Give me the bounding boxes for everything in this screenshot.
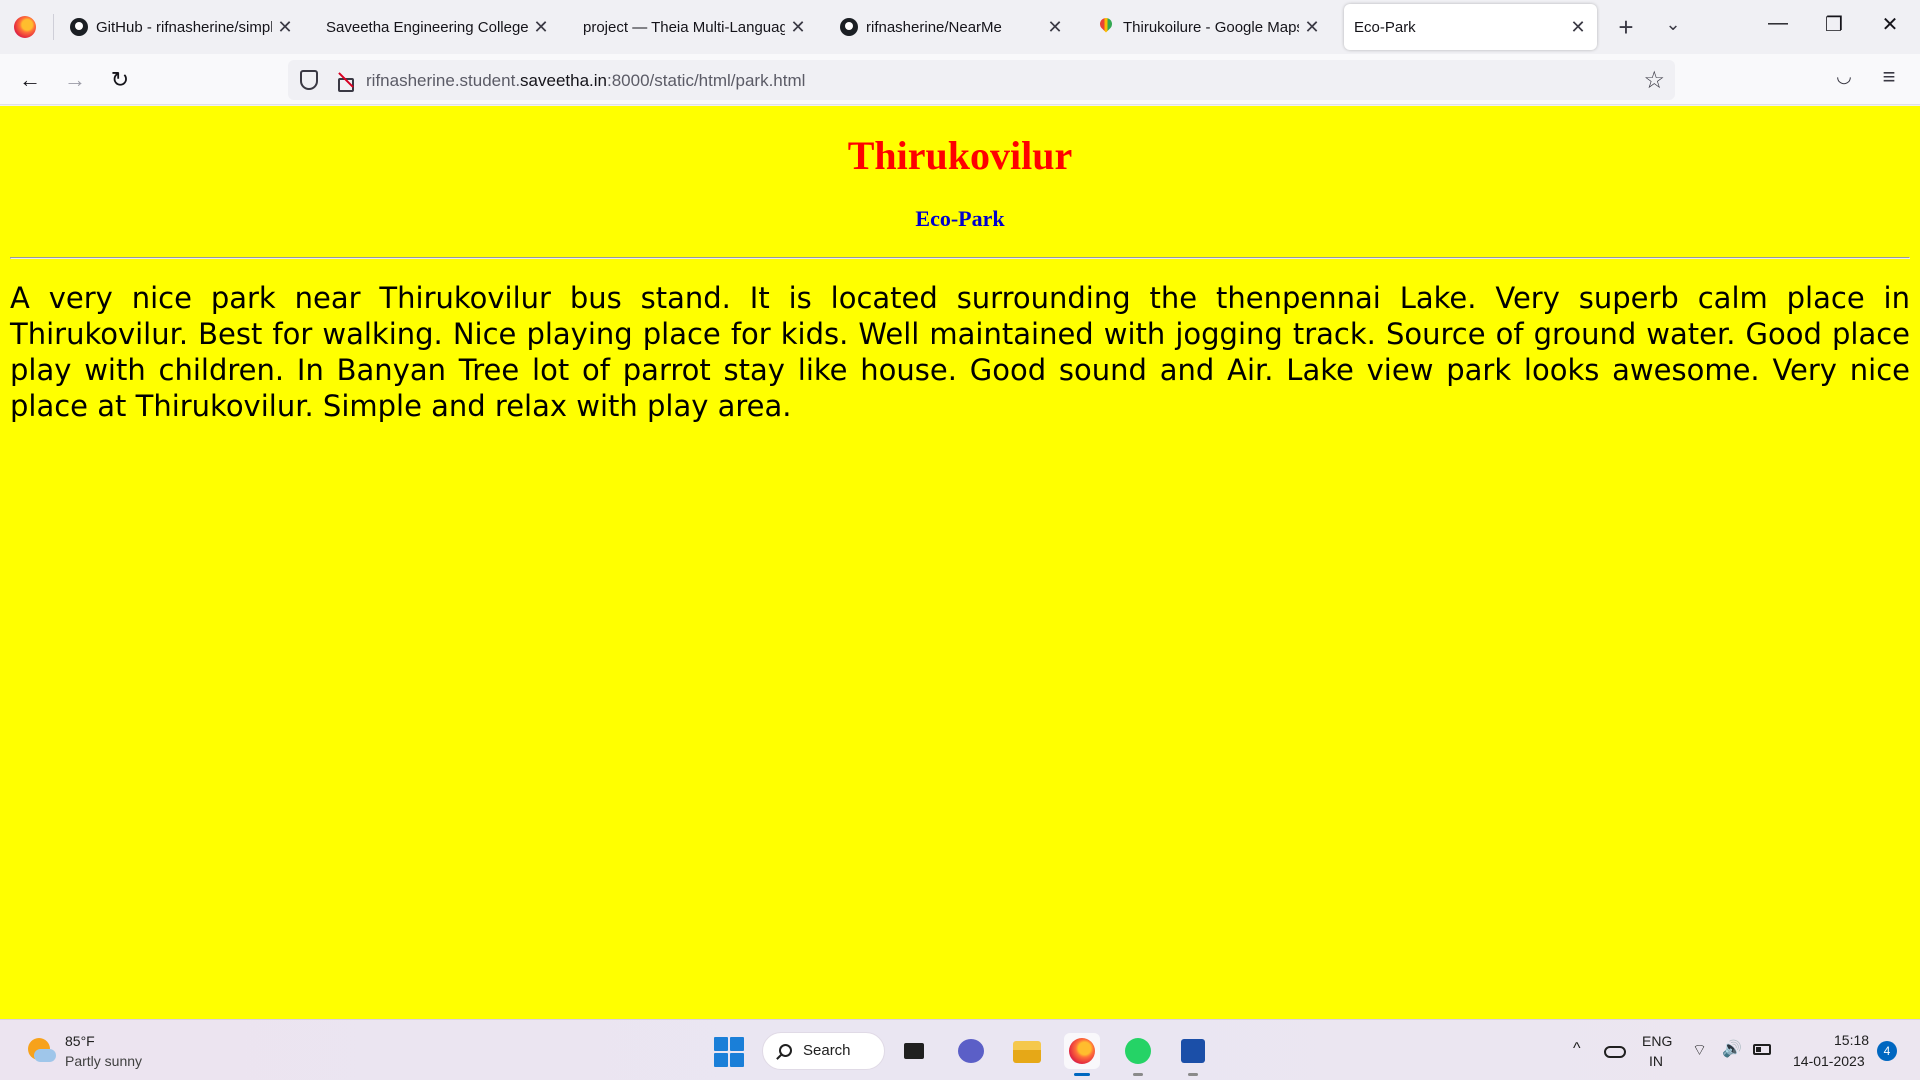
search-icon <box>779 1044 792 1057</box>
teams-chat-icon[interactable] <box>953 1033 989 1069</box>
volume-icon[interactable]: 🔊 <box>1722 1039 1742 1059</box>
github-icon <box>840 18 858 36</box>
tab-separator <box>53 14 54 40</box>
task-view-icon[interactable] <box>896 1033 932 1069</box>
windows-logo-pane <box>714 1037 728 1051</box>
insecure-lock-icon[interactable] <box>336 70 354 92</box>
page-content: Thirukovilur Eco-Park A very nice park n… <box>0 106 1920 1019</box>
tab-github-nearme[interactable]: rifnasherine/NearMe ✕ <box>830 4 1074 50</box>
list-all-tabs-button[interactable]: ⌄ <box>1658 14 1688 35</box>
navigation-toolbar: ← → ↻ rifnasherine.student.saveetha.in:8… <box>0 54 1920 105</box>
tab-strip: GitHub - rifnasherine/simple ✕ Saveetha … <box>0 0 1920 54</box>
url-host: saveetha.in <box>520 71 607 90</box>
horizontal-rule <box>10 257 1910 259</box>
close-icon[interactable]: ✕ <box>1303 17 1321 38</box>
url-suffix: :8000/static/html/park.html <box>607 71 806 90</box>
pocket-button[interactable]: ◡ <box>1830 66 1858 94</box>
weather-description: Partly sunny <box>65 1053 143 1069</box>
whatsapp-icon[interactable] <box>1120 1033 1156 1076</box>
tab-github-simple[interactable]: GitHub - rifnasherine/simple ✕ <box>60 4 304 50</box>
windows-logo-pane <box>730 1053 744 1067</box>
tab-google-maps[interactable]: Thirukoilure - Google Maps ✕ <box>1087 4 1331 50</box>
google-maps-icon <box>1097 18 1115 36</box>
tab-label: rifnasherine/NearMe <box>866 18 1002 36</box>
close-icon[interactable]: ✕ <box>789 17 807 38</box>
url-text[interactable]: rifnasherine.student.saveetha.in:8000/st… <box>366 71 805 91</box>
restore-button[interactable]: ❐ <box>1814 12 1854 37</box>
tab-label: project — Theia Multi-Language <box>583 18 785 36</box>
page-title: Thirukovilur <box>847 133 1073 178</box>
start-button[interactable] <box>714 1037 744 1067</box>
page-subtitle: Eco-Park <box>915 206 1005 231</box>
back-button[interactable]: ← <box>15 65 45 95</box>
tracking-protection-shield-icon[interactable] <box>300 70 318 90</box>
clock-date[interactable]: 14-01-2023 <box>1793 1053 1865 1069</box>
search-label: Search <box>803 1042 851 1059</box>
bookmark-star-icon[interactable]: ☆ <box>1643 66 1665 95</box>
address-bar[interactable]: rifnasherine.student.saveetha.in:8000/st… <box>288 60 1675 100</box>
close-window-button[interactable]: ✕ <box>1870 12 1910 37</box>
region-indicator[interactable]: IN <box>1649 1053 1663 1069</box>
tab-label: Saveetha Engineering College <box>326 18 528 36</box>
windows-logo-pane <box>730 1037 744 1051</box>
language-indicator[interactable]: ENG <box>1642 1033 1672 1049</box>
tab-eco-park[interactable]: Eco-Park ✕ <box>1344 4 1597 50</box>
close-icon[interactable]: ✕ <box>1046 17 1064 38</box>
tab-label: Thirukoilure - Google Maps <box>1123 18 1299 36</box>
onedrive-cloud-icon[interactable] <box>1604 1046 1626 1058</box>
reload-button[interactable]: ↻ <box>105 65 135 95</box>
new-tab-button[interactable]: + <box>1611 12 1641 43</box>
github-icon <box>70 18 88 36</box>
windows-taskbar: 85°F Partly sunny Search ^ ENG IN ⌔ 🔊 15… <box>0 1019 1920 1080</box>
clock-time[interactable]: 15:18 <box>1834 1032 1869 1048</box>
show-hidden-icons-chevron-icon[interactable]: ^ <box>1573 1040 1581 1058</box>
tab-label: Eco-Park <box>1354 18 1416 36</box>
wifi-icon[interactable]: ⌔ <box>1692 1040 1707 1060</box>
tab-label: GitHub - rifnasherine/simple <box>96 18 272 36</box>
partly-sunny-icon <box>26 1036 56 1066</box>
minimize-button[interactable]: — <box>1758 12 1798 35</box>
firefox-taskbar-icon[interactable] <box>1064 1033 1100 1076</box>
close-icon[interactable]: ✕ <box>532 17 550 38</box>
forward-button[interactable]: → <box>60 65 90 95</box>
battery-icon[interactable] <box>1753 1044 1771 1055</box>
page-description: A very nice park near Thirukovilur bus s… <box>10 281 1910 423</box>
tab-saveetha[interactable]: Saveetha Engineering College ✕ <box>316 4 560 50</box>
windows-logo-pane <box>714 1053 728 1067</box>
word-icon[interactable] <box>1175 1033 1211 1076</box>
file-explorer-icon[interactable] <box>1009 1033 1045 1069</box>
notification-count-badge[interactable]: 4 <box>1877 1041 1897 1061</box>
url-prefix: rifnasherine.student. <box>366 71 521 90</box>
close-icon[interactable]: ✕ <box>276 17 294 38</box>
taskbar-search-button[interactable]: Search <box>762 1032 885 1070</box>
app-menu-button[interactable]: ≡ <box>1875 64 1903 92</box>
firefox-view-icon[interactable] <box>14 16 36 38</box>
close-icon[interactable]: ✕ <box>1569 17 1587 38</box>
tab-theia-project[interactable]: project — Theia Multi-Language ✕ <box>573 4 817 50</box>
weather-temperature: 85°F <box>65 1033 95 1049</box>
